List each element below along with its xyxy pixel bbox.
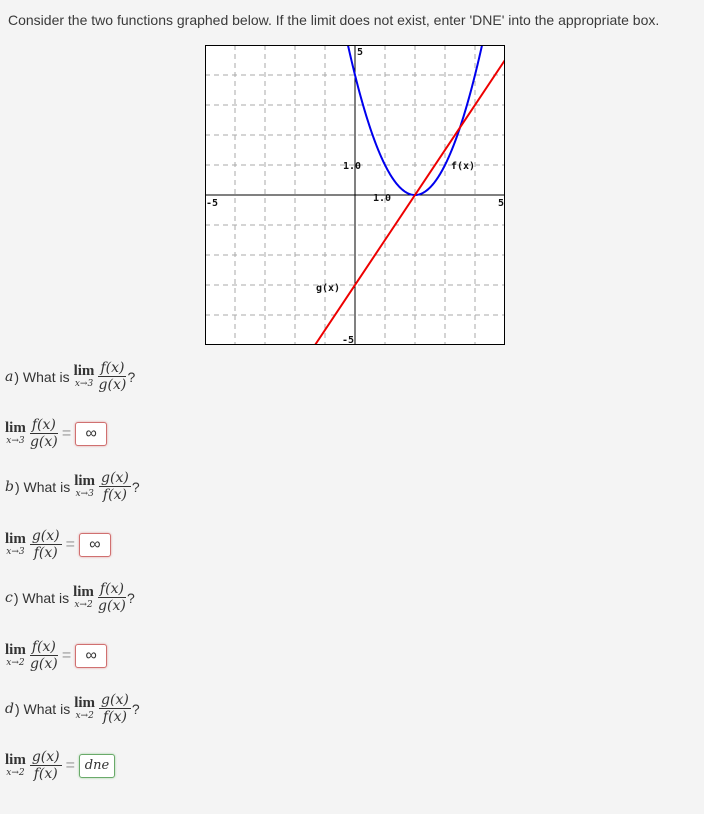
y-min-label: -5	[342, 335, 354, 345]
question-a-answer-row: lim x→3 f(x) g(x) = ∞	[5, 417, 108, 451]
g-line	[314, 59, 505, 345]
fraction: f(x) g(x)	[29, 417, 58, 451]
question-mark: ?	[131, 700, 140, 717]
x-min-label: -5	[206, 198, 218, 209]
y-tick-label: 1.0	[343, 161, 361, 172]
g-label: g(x)	[316, 283, 340, 294]
equals-sign: =	[65, 535, 75, 553]
limit-operator: lim x→3	[73, 363, 95, 390]
question-c-answer-row: lim x→2 f(x) g(x) = ∞	[5, 639, 108, 673]
fraction: g(x) f(x)	[99, 470, 131, 504]
answer-input-c[interactable]: ∞	[75, 643, 108, 668]
fraction: g(x) f(x)	[99, 692, 131, 726]
question-text: ) What is	[14, 368, 70, 385]
question-letter: a	[5, 368, 14, 385]
answer-input-b[interactable]: ∞	[78, 532, 111, 557]
fraction: f(x) g(x)	[29, 639, 58, 673]
equals-sign: =	[61, 646, 72, 664]
limit-operator: lim x→2	[74, 695, 96, 722]
question-text: ) What is	[13, 589, 70, 606]
question-mark: ?	[131, 478, 140, 495]
answer-input-a[interactable]: ∞	[75, 421, 108, 446]
question-b-answer-row: lim x→3 g(x) f(x) = ∞	[5, 528, 111, 561]
limit-operator: lim x→3	[74, 473, 96, 500]
answer-input-d[interactable]: dne	[78, 753, 115, 778]
question-c-prompt: c ) What is lim x→2 f(x) g(x) ?	[5, 581, 135, 614]
question-letter: b	[5, 478, 14, 495]
question-mark: ?	[127, 368, 136, 385]
limit-operator: lim x→2	[5, 642, 26, 669]
limit-operator: lim x→3	[5, 420, 26, 447]
question-letter: c	[5, 589, 13, 606]
question-b-prompt: b ) What is lim x→3 g(x) f(x) ?	[5, 470, 140, 503]
question-letter: d	[5, 700, 14, 717]
limit-operator: lim x→2	[73, 584, 94, 611]
equals-sign: =	[61, 424, 72, 442]
fraction: g(x) f(x)	[29, 528, 62, 562]
question-a-prompt: a ) What is lim x→3 f(x) g(x) ?	[5, 360, 135, 393]
instructions: Consider the two functions graphed below…	[8, 12, 660, 28]
question-d-answer-row: lim x→2 g(x) f(x) = dne	[5, 749, 115, 782]
fraction: f(x) g(x)	[98, 360, 127, 394]
f-label: f(x)	[451, 161, 475, 172]
limit-operator: lim x→3	[5, 531, 26, 558]
question-text: ) What is	[14, 478, 71, 495]
fraction: g(x) f(x)	[29, 749, 62, 783]
question-mark: ?	[126, 589, 135, 606]
question-d-prompt: d ) What is lim x→2 g(x) f(x) ?	[5, 692, 140, 725]
limit-operator: lim x→2	[5, 752, 26, 779]
question-text: ) What is	[14, 700, 71, 717]
equals-sign: =	[65, 756, 75, 774]
x-max-label: 5	[498, 198, 504, 209]
function-graph: -5 5 5 -5 1.0 1.0 f(x) g(x)	[205, 45, 505, 345]
y-max-label: 5	[357, 47, 363, 58]
x-tick-label: 1.0	[373, 193, 391, 204]
fraction: f(x) g(x)	[97, 581, 126, 615]
